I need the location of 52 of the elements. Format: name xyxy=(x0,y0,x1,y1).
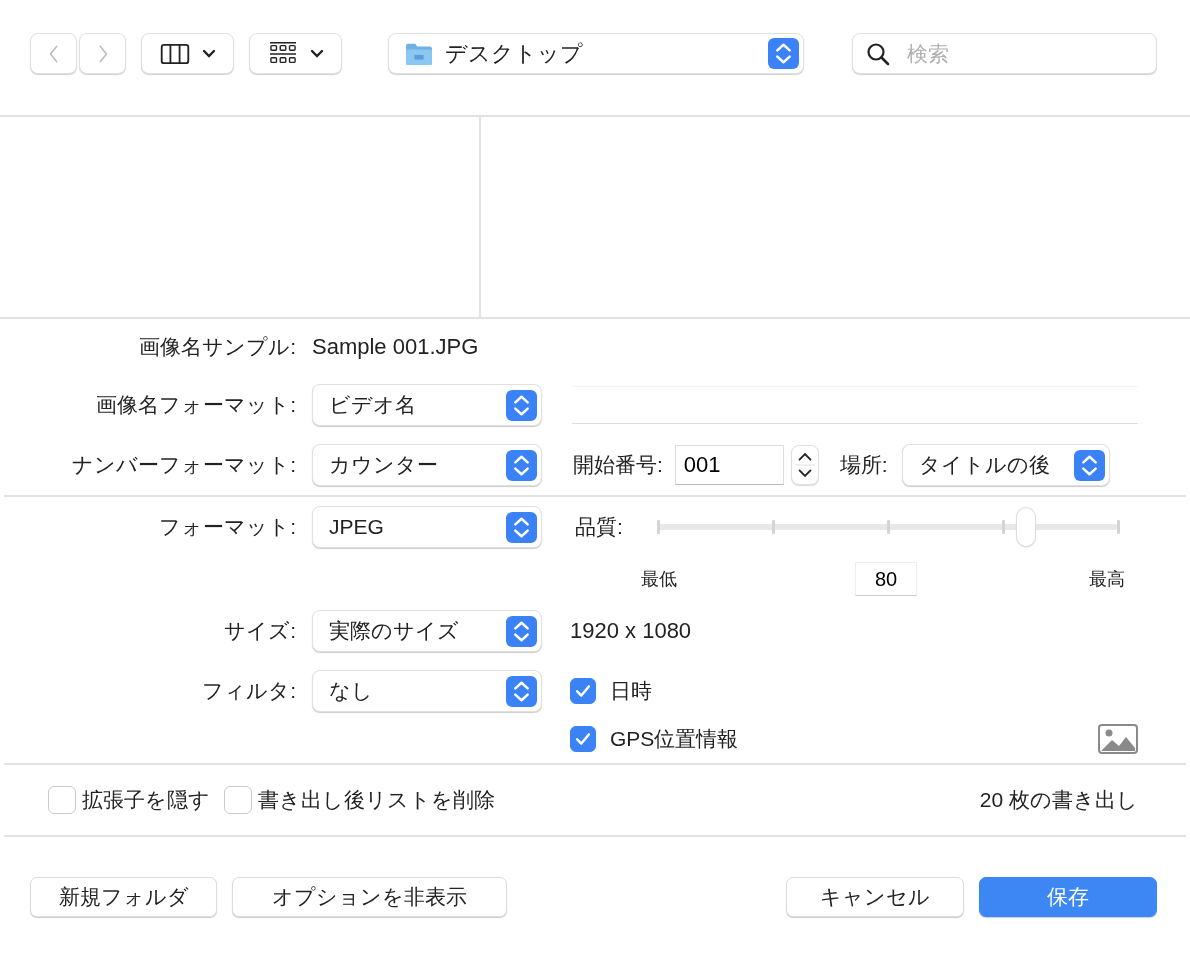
field-label: ナンバーフォーマット: xyxy=(71,452,296,478)
dialog-button[interactable]: 保存 xyxy=(979,877,1157,917)
icon-view-button[interactable] xyxy=(249,33,342,74)
chevron-updown-icon xyxy=(506,389,537,421)
popup-button[interactable]: カウンター xyxy=(312,444,542,486)
chevron-updown-icon xyxy=(1073,449,1105,481)
chevron-updown-icon xyxy=(506,675,537,707)
field-label: 画像名サンプル: xyxy=(138,334,296,360)
popup-button[interactable]: ビデオ名 xyxy=(312,384,542,426)
checkbox-label: 日時 xyxy=(610,678,652,704)
folder-icon xyxy=(405,41,433,66)
dialog-button[interactable]: 新規フォルダ xyxy=(30,877,217,917)
field-label: フォーマット: xyxy=(158,514,296,540)
chevron-updown-icon xyxy=(506,615,537,647)
dimensions-text: 1920 x 1080 xyxy=(570,618,692,644)
field-label: 開始番号: xyxy=(573,452,663,478)
checkbox-label: 書き出し後リストを削除 xyxy=(258,787,495,813)
number-stepper[interactable] xyxy=(790,445,819,485)
columns-icon xyxy=(159,42,190,65)
field-label: 場所: xyxy=(839,452,888,478)
chevron-updown-icon xyxy=(768,38,799,69)
field-label: フィルタ: xyxy=(201,678,296,704)
dialog-button[interactable]: キャンセル xyxy=(786,877,964,917)
popup-button[interactable]: なし xyxy=(312,670,542,712)
checkbox-label: GPS位置情報 xyxy=(610,726,739,752)
location-popup[interactable]: デスクトップ xyxy=(388,33,804,74)
chevron-down-icon xyxy=(309,48,324,59)
column-view-button[interactable] xyxy=(141,33,234,74)
image-icon[interactable] xyxy=(1098,724,1138,754)
quality-field[interactable]: 80 xyxy=(855,562,917,596)
popup-button[interactable]: タイトルの後 xyxy=(901,444,1110,486)
sample-name-text: Sample 001.JPG xyxy=(312,334,479,360)
export-count-text: 20 枚の書き出し xyxy=(979,787,1138,813)
search-field[interactable]: 検索 xyxy=(852,33,1157,74)
checkbox[interactable] xyxy=(570,678,596,704)
max-label: 最高 xyxy=(1089,568,1125,591)
popup-button[interactable]: JPEG xyxy=(312,506,542,548)
field-label: サイズ: xyxy=(223,618,296,644)
chevron-updown-icon xyxy=(506,511,537,543)
checkbox[interactable] xyxy=(224,786,252,814)
min-label: 最低 xyxy=(641,568,677,591)
chevron-down-icon xyxy=(201,48,216,59)
start-number-field[interactable]: 001 xyxy=(674,445,784,485)
chevron-updown-icon xyxy=(506,449,537,481)
quality-slider[interactable] xyxy=(657,507,1118,547)
field-label: 画像名フォーマット: xyxy=(95,392,296,418)
popup-button[interactable]: 実際のサイズ xyxy=(312,610,542,652)
checkbox-label: 拡張子を隠す xyxy=(82,787,210,813)
field-label: 品質: xyxy=(575,514,623,540)
dialog-button[interactable]: オプションを非表示 xyxy=(232,877,507,917)
checkbox[interactable] xyxy=(48,786,76,814)
checkbox[interactable] xyxy=(570,726,596,752)
